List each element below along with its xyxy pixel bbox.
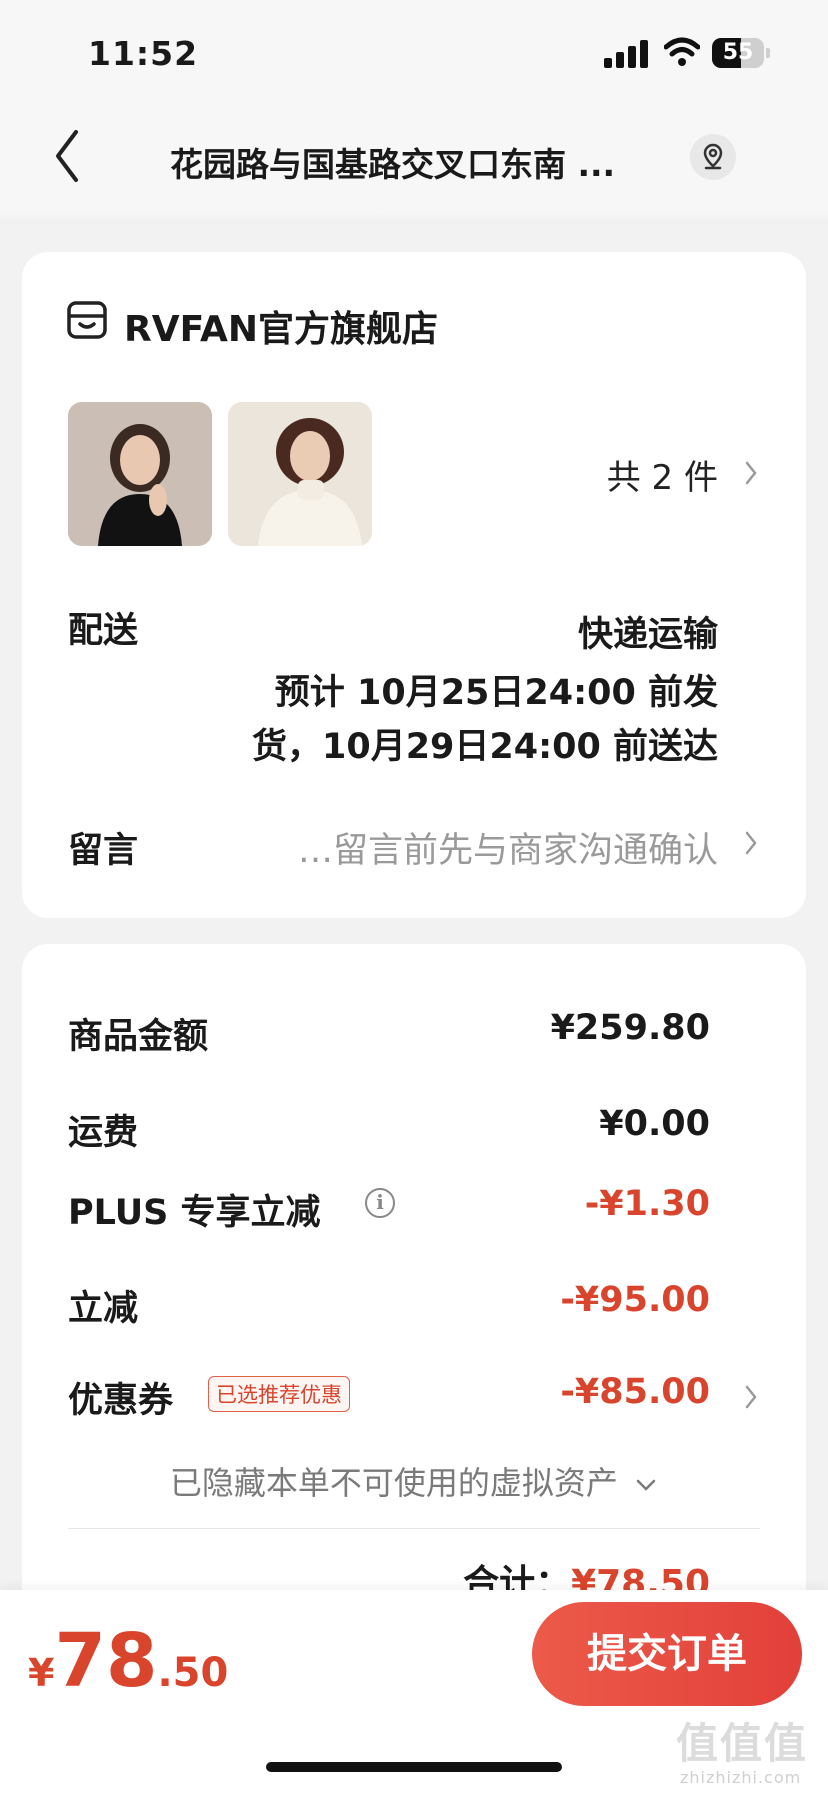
- home-indicator[interactable]: [266, 1762, 562, 1772]
- chevron-left-icon[interactable]: [48, 126, 88, 186]
- chevron-down-icon: [636, 1479, 656, 1491]
- plus-discount-value: -¥1.30: [584, 1184, 710, 1224]
- price-decimal: .50: [157, 1650, 229, 1696]
- battery-icon: 55: [712, 38, 772, 68]
- watermark-logo: 值值值: [676, 1719, 809, 1768]
- coupon-value[interactable]: -¥85.00: [560, 1372, 710, 1412]
- chevron-right-icon[interactable]: [744, 830, 758, 856]
- status-bar: 11:52 55: [0, 0, 828, 100]
- plus-discount-label: PLUS 专享立减: [68, 1193, 321, 1233]
- coupon-badge: 已选推荐优惠: [208, 1376, 350, 1412]
- message-label: 留言: [68, 831, 139, 871]
- delivery-method: 快递运输: [577, 615, 718, 655]
- chevron-right-icon[interactable]: [744, 460, 758, 486]
- shipping-value: ¥0.00: [599, 1104, 710, 1144]
- hidden-assets-toggle[interactable]: 已隐藏本单不可使用的虚拟资产: [22, 1458, 806, 1504]
- divider: [68, 1528, 760, 1529]
- coupon-label: 优惠券: [68, 1381, 174, 1421]
- wifi-icon: [664, 37, 700, 66]
- location-pin-icon: [703, 143, 723, 170]
- price-integer: 78: [54, 1618, 158, 1704]
- header: 花园路与国基路交叉口东南 ...: [0, 100, 828, 212]
- chevron-right-icon[interactable]: [744, 1384, 758, 1410]
- hidden-assets-text: 已隐藏本单不可使用的虚拟资产: [169, 1464, 618, 1502]
- price-currency: ¥: [28, 1651, 55, 1695]
- delivery-estimate-line1: 预计 10月25日24:00 前发: [274, 673, 718, 713]
- instant-discount-value: -¥95.00: [560, 1280, 710, 1320]
- total-price: ¥78.50: [28, 1618, 228, 1704]
- instant-discount-label: 立减: [68, 1289, 139, 1329]
- price-summary-card: 商品金额 ¥259.80 运费 ¥0.00 PLUS 专享立减 i -¥1.30…: [22, 944, 806, 1644]
- shipping-label: 运费: [68, 1113, 139, 1153]
- product-thumbnail-white-sweater[interactable]: [228, 402, 372, 546]
- submit-order-button[interactable]: 提交订单: [532, 1602, 802, 1706]
- location-button[interactable]: [690, 134, 736, 180]
- header-shadow: [0, 212, 828, 224]
- signal-icon: [604, 40, 648, 68]
- product-thumbnail-black-sweater[interactable]: [68, 402, 212, 546]
- store-icon: [67, 301, 107, 339]
- goods-amount-value: ¥259.80: [550, 1008, 710, 1048]
- status-time: 11:52: [88, 34, 199, 73]
- watermark-url: zhizhizhi.com: [680, 1768, 802, 1787]
- delivery-estimate-line2: 货，10月29日24:00 前送达: [251, 727, 718, 767]
- store-card: RVFAN官方旗舰店 共 2 件 配送 快递运输 预计 10月25日24:00 …: [22, 252, 806, 918]
- checkout-bar: ¥78.50 提交订单 值值值 zhizhizhi.com: [0, 1590, 828, 1794]
- goods-amount-label: 商品金额: [68, 1017, 209, 1057]
- info-icon[interactable]: i: [365, 1188, 395, 1218]
- message-input[interactable]: …留言前先与商家沟通确认: [298, 822, 718, 873]
- delivery-label: 配送: [68, 611, 139, 651]
- delivery-address[interactable]: 花园路与国基路交叉口东南 ...: [170, 138, 650, 186]
- battery-level: 55: [722, 40, 754, 65]
- item-count[interactable]: 共 2 件: [607, 450, 718, 499]
- store-name[interactable]: RVFAN官方旗舰店: [124, 300, 438, 352]
